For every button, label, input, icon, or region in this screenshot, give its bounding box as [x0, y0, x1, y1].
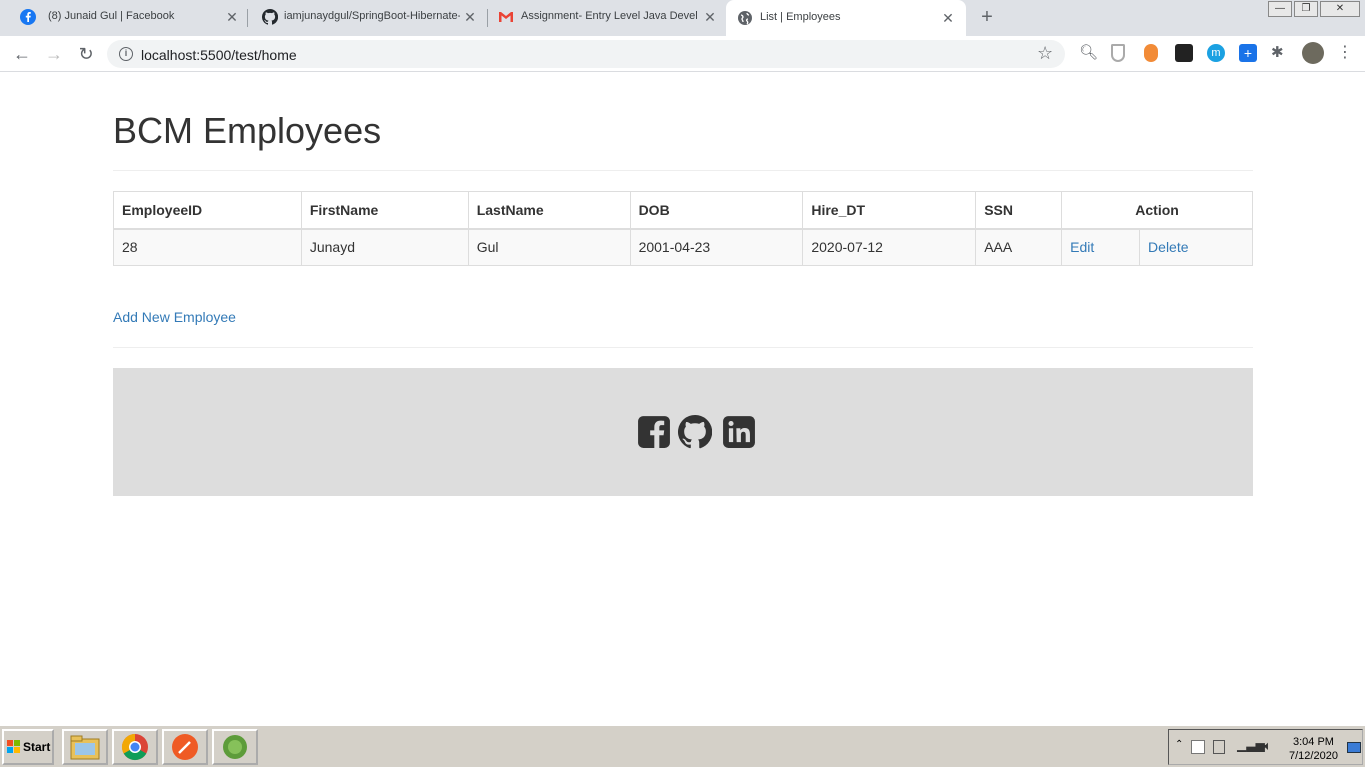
postman-icon: [172, 734, 198, 760]
tray-expand-icon[interactable]: ⌃: [1175, 739, 1183, 750]
spring-icon: [223, 735, 247, 759]
edit-link[interactable]: Edit: [1070, 239, 1094, 255]
close-icon[interactable]: ✕: [940, 10, 956, 26]
linkedin-icon[interactable]: [722, 415, 756, 449]
address-bar[interactable]: i localhost:5500/test/home ☆: [107, 40, 1065, 68]
url-text[interactable]: localhost:5500/test/home: [141, 47, 297, 63]
tray-battery-icon[interactable]: [1213, 740, 1225, 754]
tab-separator: [487, 9, 488, 27]
footer: [113, 368, 1253, 496]
divider: [113, 347, 1253, 348]
tab-title: List | Employees: [760, 11, 841, 23]
windows-logo-icon: [7, 740, 20, 753]
system-tray: ⌃ ▁▃▅ 🔈︎ 3:04 PM 7/12/2020: [1168, 729, 1363, 765]
github-icon: [262, 9, 278, 25]
header-ssn: SSN: [975, 191, 1063, 230]
taskbar-postman[interactable]: [162, 729, 208, 765]
table-header-row: EmployeeID FirstName LastName DOB Hire_D…: [113, 191, 1253, 230]
tab-gmail[interactable]: Assignment- Entry Level Java Devel ✕: [490, 0, 724, 34]
gmail-icon: [499, 12, 513, 22]
close-icon[interactable]: ✕: [702, 9, 718, 25]
github-icon[interactable]: [678, 415, 712, 449]
tab-github[interactable]: iamjunaydgul/SpringBoot-Hibernate- ✕: [250, 0, 486, 34]
cell-hire-dt: 2020-07-12: [802, 228, 977, 266]
tab-title: (8) Junaid Gul | Facebook: [48, 10, 175, 22]
facebook-icon[interactable]: [637, 415, 671, 449]
cell-employee-id: 28: [113, 228, 302, 266]
tray-app-icon[interactable]: [1191, 740, 1205, 754]
start-button[interactable]: Start: [2, 729, 54, 765]
close-window-button[interactable]: ✕: [1320, 1, 1360, 17]
taskbar-spring-tool[interactable]: [212, 729, 258, 765]
table-row: 28 Junayd Gul 2001-04-23 2020-07-12 AAA …: [113, 228, 1253, 266]
reload-button[interactable]: ↻: [74, 42, 98, 66]
back-button[interactable]: ←: [10, 42, 34, 66]
taskbar: Start ⌃ ▁▃▅ 🔈︎ 3:04 PM 7/12/2020: [0, 724, 1365, 767]
browser-toolbar: ← → ↻ i localhost:5500/test/home ☆ 🔍︎ m …: [0, 36, 1365, 72]
orange-extension-icon[interactable]: [1144, 44, 1158, 62]
network-icon[interactable]: ▁▃▅: [1237, 738, 1265, 752]
search-extension-icon[interactable]: 🔍︎: [1079, 44, 1098, 62]
header-dob: DOB: [629, 191, 804, 230]
clock-date: 7/12/2020: [1289, 750, 1338, 762]
delete-link[interactable]: Delete: [1148, 239, 1188, 255]
forward-button[interactable]: →: [42, 42, 66, 66]
facebook-icon: [20, 9, 36, 25]
page-title: BCM Employees: [113, 110, 382, 151]
minimize-button[interactable]: —: [1268, 1, 1292, 17]
cell-ssn: AAA: [975, 228, 1063, 266]
divider: [113, 170, 1253, 171]
info-icon[interactable]: i: [119, 47, 133, 61]
tab-strip: (8) Junaid Gul | Facebook ✕ iamjunaydgul…: [0, 0, 1365, 36]
clock-time: 3:04 PM: [1292, 736, 1334, 748]
m-extension-icon[interactable]: m: [1207, 44, 1225, 62]
header-action: Action: [1061, 191, 1253, 230]
profile-avatar[interactable]: [1302, 42, 1324, 64]
tab-separator: [247, 9, 248, 27]
tab-title: Assignment- Entry Level Java Devel: [521, 10, 697, 22]
cell-last-name: Gul: [467, 228, 631, 266]
header-hire-dt: Hire_DT: [802, 191, 977, 230]
employees-table: EmployeeID FirstName LastName DOB Hire_D…: [113, 191, 1253, 266]
bookmark-star-icon[interactable]: ☆: [1037, 43, 1053, 64]
restore-button[interactable]: ❐: [1294, 1, 1318, 17]
plus-extension-icon[interactable]: +: [1239, 44, 1257, 62]
taskbar-explorer[interactable]: [62, 729, 108, 765]
tab-title: iamjunaydgul/SpringBoot-Hibernate-: [284, 10, 460, 22]
shield-extension-icon[interactable]: [1111, 44, 1125, 62]
start-label: Start: [23, 740, 51, 754]
cell-delete: Delete: [1139, 228, 1253, 266]
globe-icon: [738, 11, 752, 25]
close-icon[interactable]: ✕: [462, 9, 478, 25]
tab-facebook[interactable]: (8) Junaid Gul | Facebook ✕: [8, 0, 246, 34]
taskbar-chrome[interactable]: [112, 729, 158, 765]
new-tab-button[interactable]: +: [977, 7, 997, 27]
clock[interactable]: 3:04 PM 7/12/2020: [1289, 735, 1338, 763]
volume-icon[interactable]: 🔈︎: [1264, 738, 1272, 754]
close-icon[interactable]: ✕: [224, 9, 240, 25]
add-new-employee-link[interactable]: Add New Employee: [113, 309, 236, 325]
tab-employees[interactable]: List | Employees ✕: [726, 0, 966, 36]
cell-first-name: Junayd: [300, 228, 469, 266]
cell-edit: Edit: [1061, 228, 1141, 266]
chrome-icon: [121, 733, 148, 761]
show-desktop-icon[interactable]: [1347, 742, 1361, 753]
folder-icon: [70, 735, 100, 760]
cell-dob: 2001-04-23: [629, 228, 804, 266]
header-first-name: FirstName: [300, 191, 469, 230]
menu-icon[interactable]: ⋮: [1337, 44, 1355, 62]
dark-extension-icon[interactable]: [1175, 44, 1193, 62]
header-last-name: LastName: [467, 191, 631, 230]
header-employee-id: EmployeeID: [113, 191, 302, 230]
puzzle-extensions-icon[interactable]: ✱: [1271, 44, 1289, 62]
